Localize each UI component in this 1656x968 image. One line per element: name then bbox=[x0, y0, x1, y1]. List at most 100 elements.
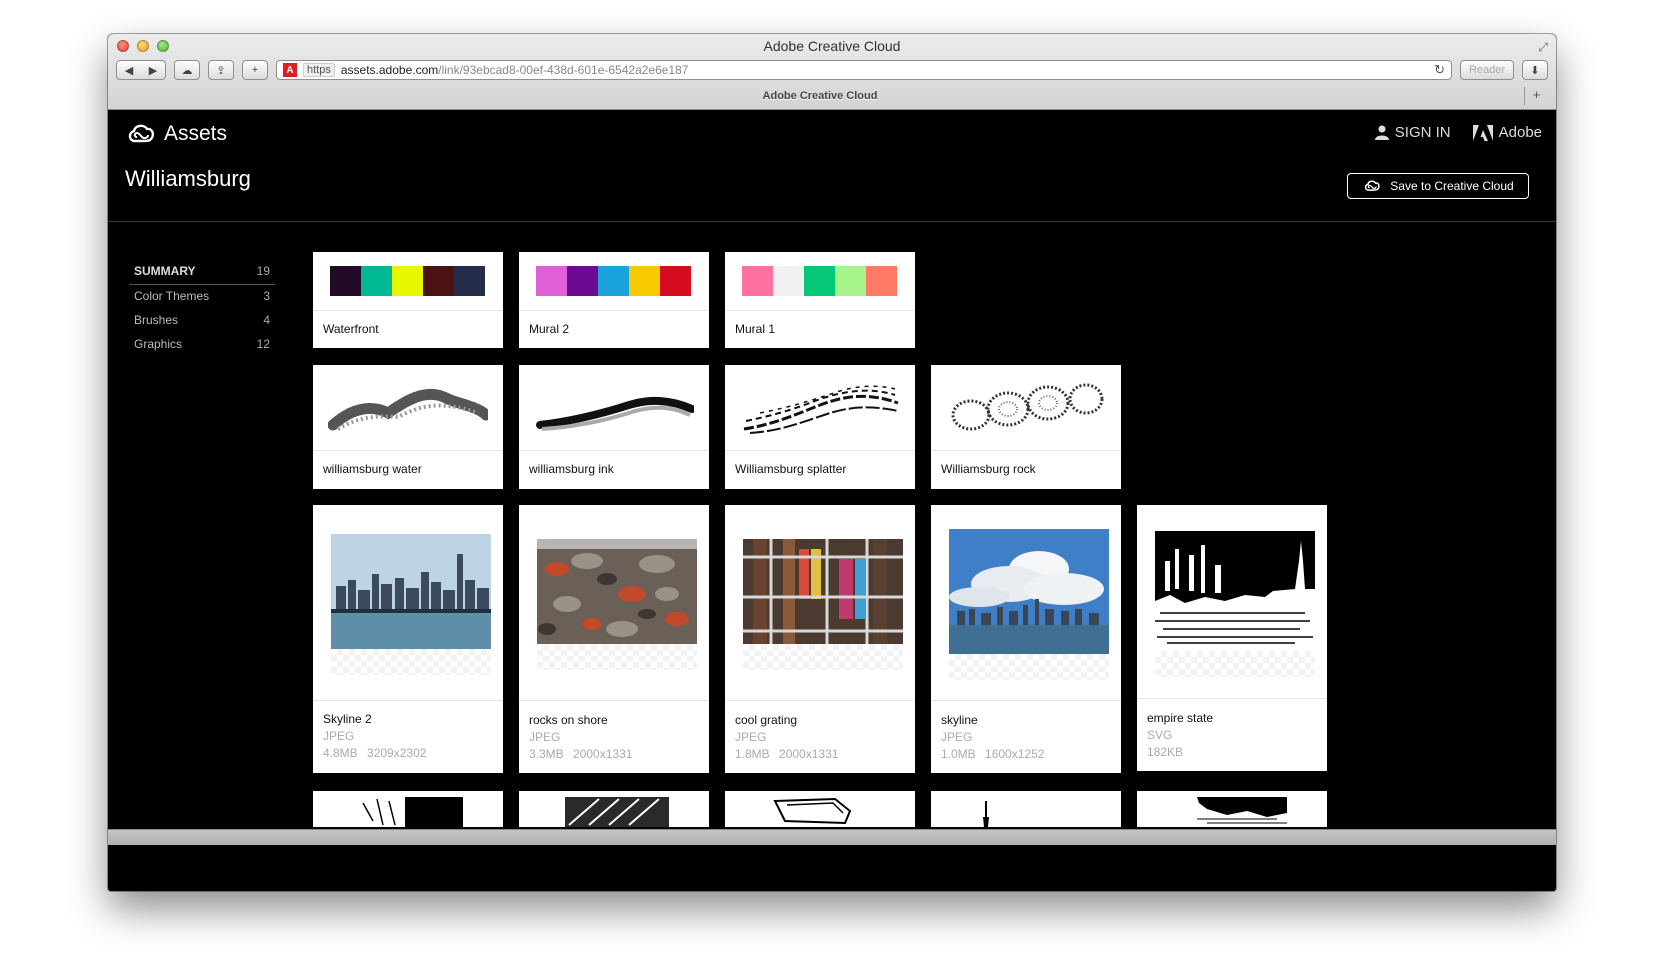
adobe-link[interactable]: Adobe bbox=[1472, 124, 1542, 141]
url-text: assets.adobe.com/link/93ebcad8-00ef-438d… bbox=[341, 63, 689, 77]
fullscreen-icon[interactable]: ⤢ bbox=[1538, 40, 1548, 55]
card-separator bbox=[519, 450, 709, 451]
color-swatch bbox=[773, 266, 804, 296]
color-swatch bbox=[330, 266, 361, 296]
card-title: Skyline 2 bbox=[323, 712, 372, 726]
card-separator bbox=[725, 700, 915, 701]
color-swatch bbox=[598, 266, 629, 296]
file-meta: 1.0MB 1600x1252 bbox=[941, 747, 1044, 761]
file-size: 182KB bbox=[1147, 745, 1184, 759]
card-title: Mural 2 bbox=[529, 322, 570, 336]
card-title: skyline bbox=[941, 713, 978, 727]
card-separator bbox=[725, 450, 915, 451]
file-type: JPEG bbox=[323, 729, 355, 743]
reload-icon[interactable]: ↻ bbox=[1434, 62, 1445, 78]
file-dimensions: 2000x1331 bbox=[573, 747, 633, 761]
color-swatch bbox=[361, 266, 392, 296]
page-title: Williamsburg bbox=[125, 166, 251, 191]
color-swatch bbox=[392, 266, 423, 296]
icloud-tabs-button[interactable]: ☁ bbox=[174, 60, 200, 80]
file-meta: 4.8MB 3209x2302 bbox=[323, 746, 426, 760]
graphic-card[interactable] bbox=[519, 791, 709, 827]
graphic-card[interactable]: skyline JPEG 1.0MB 1600x1252 bbox=[931, 505, 1121, 773]
address-bar[interactable]: A https assets.adobe.com/link/93ebcad8-0… bbox=[276, 60, 1452, 80]
file-size: 1.0MB bbox=[941, 747, 976, 761]
browser-window: Adobe Creative Cloud ⤢ ◀ ▶ ☁ ⇪ + A https… bbox=[108, 34, 1556, 891]
browser-status-bar bbox=[108, 829, 1556, 845]
sidebar-item-brushes[interactable]: Brushes 4 bbox=[129, 309, 275, 333]
file-size: 4.8MB bbox=[323, 746, 358, 760]
sidebar-item-count: 4 bbox=[263, 313, 270, 327]
sidebar-item-label: SUMMARY bbox=[134, 264, 196, 278]
color-swatch bbox=[742, 266, 773, 296]
rock-brush-stroke-icon bbox=[951, 383, 1104, 431]
file-dimensions: 2000x1331 bbox=[779, 747, 839, 761]
share-button[interactable]: ⇪ bbox=[208, 60, 234, 80]
forward-arrow-icon[interactable]: ▶ bbox=[149, 64, 157, 77]
graphic-thumbnail bbox=[1197, 797, 1287, 824]
downloads-button[interactable]: ⬇ bbox=[1522, 60, 1548, 80]
brush-card[interactable]: Williamsburg rock bbox=[931, 365, 1121, 489]
add-bookmark-button[interactable]: + bbox=[242, 60, 268, 80]
graphic-card[interactable] bbox=[725, 791, 915, 827]
sidebar-item-label: Brushes bbox=[134, 313, 179, 327]
download-icon: ⬇ bbox=[1530, 64, 1540, 77]
color-theme-card[interactable]: Waterfront bbox=[313, 252, 503, 348]
brush-card[interactable]: williamsburg ink bbox=[519, 365, 709, 489]
header-divider bbox=[108, 221, 1556, 222]
color-swatch bbox=[423, 266, 454, 296]
assets-brand[interactable]: Assets bbox=[126, 122, 227, 146]
transparency-checker bbox=[537, 644, 697, 670]
sidebar-item-summary[interactable]: SUMMARY 19 bbox=[129, 260, 275, 285]
back-forward-buttons[interactable]: ◀ ▶ bbox=[116, 60, 166, 80]
sign-in-link[interactable]: SIGN IN bbox=[1374, 124, 1451, 141]
creative-cloud-logo-icon bbox=[128, 124, 155, 143]
transparency-checker bbox=[949, 654, 1109, 680]
user-icon bbox=[1374, 125, 1389, 140]
sidebar-item-count: 19 bbox=[256, 264, 270, 278]
save-button-label: Save to Creative Cloud bbox=[1390, 179, 1514, 193]
tab-active[interactable]: Adobe Creative Cloud bbox=[116, 90, 1524, 102]
back-arrow-icon[interactable]: ◀ bbox=[125, 64, 133, 77]
color-swatch bbox=[536, 266, 567, 296]
graphic-card[interactable]: rocks on shore JPEG 3.3MB 2000x1331 bbox=[519, 505, 709, 773]
sidebar-item-count: 12 bbox=[256, 337, 270, 351]
skyline-2-thumbnail bbox=[331, 534, 491, 649]
graphic-card[interactable]: empire state SVG 182KB bbox=[1137, 505, 1327, 771]
swatch-strip bbox=[536, 266, 691, 296]
file-size: 1.8MB bbox=[735, 747, 770, 761]
app-name: Assets bbox=[164, 122, 228, 145]
graphic-card[interactable]: Skyline 2 JPEG 4.8MB 3209x2302 bbox=[313, 505, 503, 773]
adobe-label: Adobe bbox=[1498, 124, 1542, 141]
swatch-strip bbox=[330, 266, 485, 296]
graphic-card[interactable] bbox=[1137, 791, 1327, 827]
card-separator bbox=[931, 450, 1121, 451]
cloud-icon: ☁ bbox=[181, 64, 193, 77]
color-swatch bbox=[454, 266, 485, 296]
brush-card[interactable]: Williamsburg splatter bbox=[725, 365, 915, 489]
save-to-creative-cloud-button[interactable]: Save to Creative Cloud bbox=[1347, 173, 1529, 199]
card-separator bbox=[725, 310, 915, 311]
sidebar-item-color-themes[interactable]: Color Themes 3 bbox=[129, 285, 275, 309]
card-separator bbox=[519, 700, 709, 701]
card-title: williamsburg water bbox=[323, 462, 422, 476]
graphic-thumbnail bbox=[773, 797, 852, 825]
color-theme-card[interactable]: Mural 1 bbox=[725, 252, 915, 348]
card-separator bbox=[931, 700, 1121, 701]
brush-card[interactable]: williamsburg water bbox=[313, 365, 503, 489]
reader-button[interactable]: Reader bbox=[1460, 60, 1514, 80]
graphic-card[interactable] bbox=[313, 791, 503, 827]
sidebar-item-graphics[interactable]: Graphics 12 bbox=[129, 333, 275, 357]
transparency-checker bbox=[743, 644, 903, 670]
url-path: /link/93ebcad8-00ef-438d-601e-6542a2e6e1… bbox=[438, 63, 689, 77]
color-theme-card[interactable]: Mural 2 bbox=[519, 252, 709, 348]
graphic-card[interactable] bbox=[931, 791, 1121, 827]
adobe-favicon-icon: A bbox=[283, 63, 297, 77]
new-tab-button[interactable]: + bbox=[1524, 87, 1548, 105]
skyline-thumbnail bbox=[949, 529, 1109, 654]
color-swatch bbox=[835, 266, 866, 296]
card-separator bbox=[313, 310, 503, 311]
adobe-logo-icon bbox=[1472, 124, 1493, 141]
graphic-card[interactable]: cool grating JPEG 1.8MB 2000x1331 bbox=[725, 505, 915, 773]
graphic-thumbnail bbox=[359, 797, 463, 827]
